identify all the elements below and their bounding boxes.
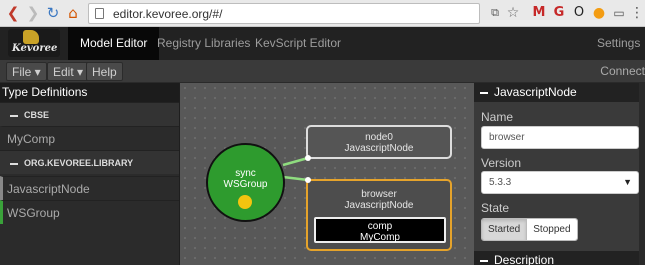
instance-properties-panel: JavascriptNode Name browser Version 5.3.… [474, 83, 645, 265]
page-icon [95, 8, 104, 19]
group-header-org-kevoree-library[interactable]: ORG.KEVOREE.LIBRARY [0, 150, 179, 174]
node-name: browser [361, 189, 397, 200]
node-type: JavascriptNode [344, 200, 414, 211]
state-label: State [481, 201, 510, 215]
state-toggle: Started Stopped [481, 218, 578, 241]
group-master-port[interactable] [238, 195, 252, 209]
component-comp[interactable]: comp MyComp [314, 217, 446, 243]
component-name: comp [367, 221, 393, 232]
app-navbar: Kevoree Model Editor Registry Libraries … [0, 27, 645, 60]
collapse-icon [480, 259, 488, 262]
group-type: WSGroup [223, 179, 268, 190]
forward-icon[interactable]: ❯ [24, 4, 42, 22]
collapse-icon [10, 114, 18, 117]
tab-registry-libraries[interactable]: Registry Libraries [157, 27, 250, 60]
node0-port[interactable] [305, 155, 311, 161]
home-icon[interactable]: ⌂ [64, 4, 82, 22]
gmail-icon[interactable]: M [530, 4, 548, 22]
name-label: Name [481, 110, 514, 124]
version-select[interactable]: 5.3.3 ▼ [481, 171, 639, 194]
address-bar[interactable]: editor.kevoree.org/#/ [88, 3, 480, 24]
menu-icon[interactable]: ⋮ [628, 4, 645, 22]
description-header[interactable]: Description [474, 251, 645, 265]
type-definitions-sidebar: Type Definitions CBSE MyComp ORG.KEVOREE… [0, 83, 180, 265]
kevoree-logo[interactable]: Kevoree [8, 29, 60, 57]
google-icon[interactable]: G [550, 4, 568, 22]
component-type: MyComp [359, 232, 400, 243]
sidebar-title: Type Definitions [0, 83, 179, 102]
group-header-cbse[interactable]: CBSE [0, 102, 179, 126]
panel-title[interactable]: JavascriptNode [474, 83, 645, 102]
translate-icon[interactable]: ⧉ [486, 4, 504, 22]
name-input[interactable]: browser [481, 126, 639, 149]
state-started-button[interactable]: Started [482, 219, 528, 240]
help-button[interactable]: Help [86, 62, 123, 81]
collapse-icon [10, 162, 18, 165]
tab-model-editor[interactable]: Model Editor [68, 27, 160, 60]
edit-menu-button[interactable]: Edit ▾ [47, 62, 90, 81]
state-stopped-button[interactable]: Stopped [527, 219, 577, 240]
model-canvas[interactable]: sync WSGroup node0 JavascriptNode browse… [180, 83, 474, 265]
typedef-item-mycomp[interactable]: MyComp [0, 126, 179, 150]
menu-bar: File ▾ Edit ▾ Help Connect [0, 60, 645, 83]
cast-icon[interactable]: ▭ [610, 4, 628, 22]
extension-user-icon[interactable]: ● [590, 4, 608, 22]
version-label: Version [481, 156, 522, 170]
typedef-item-javascriptnode[interactable]: JavascriptNode [0, 176, 179, 200]
node-node0[interactable]: node0 JavascriptNode [306, 125, 452, 159]
connect-button[interactable]: Connect [600, 62, 645, 81]
url-text: editor.kevoree.org/#/ [113, 7, 223, 21]
typedef-item-wsgroup[interactable]: WSGroup [0, 200, 179, 224]
opera-icon[interactable]: O [570, 4, 588, 22]
tab-kevscript-editor[interactable]: KevScript Editor [255, 27, 341, 60]
group-name: sync [235, 168, 256, 179]
browser-toolbar: ❮ ❯ ↻ ⌂ editor.kevoree.org/#/ ⧉ ☆ M G O … [0, 0, 645, 27]
node-browser[interactable]: browser JavascriptNode comp MyComp [306, 179, 452, 251]
bookmark-star-icon[interactable]: ☆ [504, 4, 522, 22]
chevron-down-icon: ▼ [623, 177, 632, 187]
node-name: node0 [365, 132, 393, 143]
refresh-icon[interactable]: ↻ [44, 4, 62, 22]
group-sync[interactable]: sync WSGroup [206, 143, 285, 222]
file-menu-button[interactable]: File ▾ [6, 62, 47, 81]
brand-text: Kevoree [12, 43, 58, 54]
browser-port[interactable] [305, 177, 311, 183]
collapse-icon [480, 91, 488, 94]
panel-scrollbar[interactable] [639, 83, 645, 265]
settings-link[interactable]: Settings [597, 27, 640, 60]
node-type: JavascriptNode [344, 143, 414, 154]
back-icon[interactable]: ❮ [4, 4, 22, 22]
